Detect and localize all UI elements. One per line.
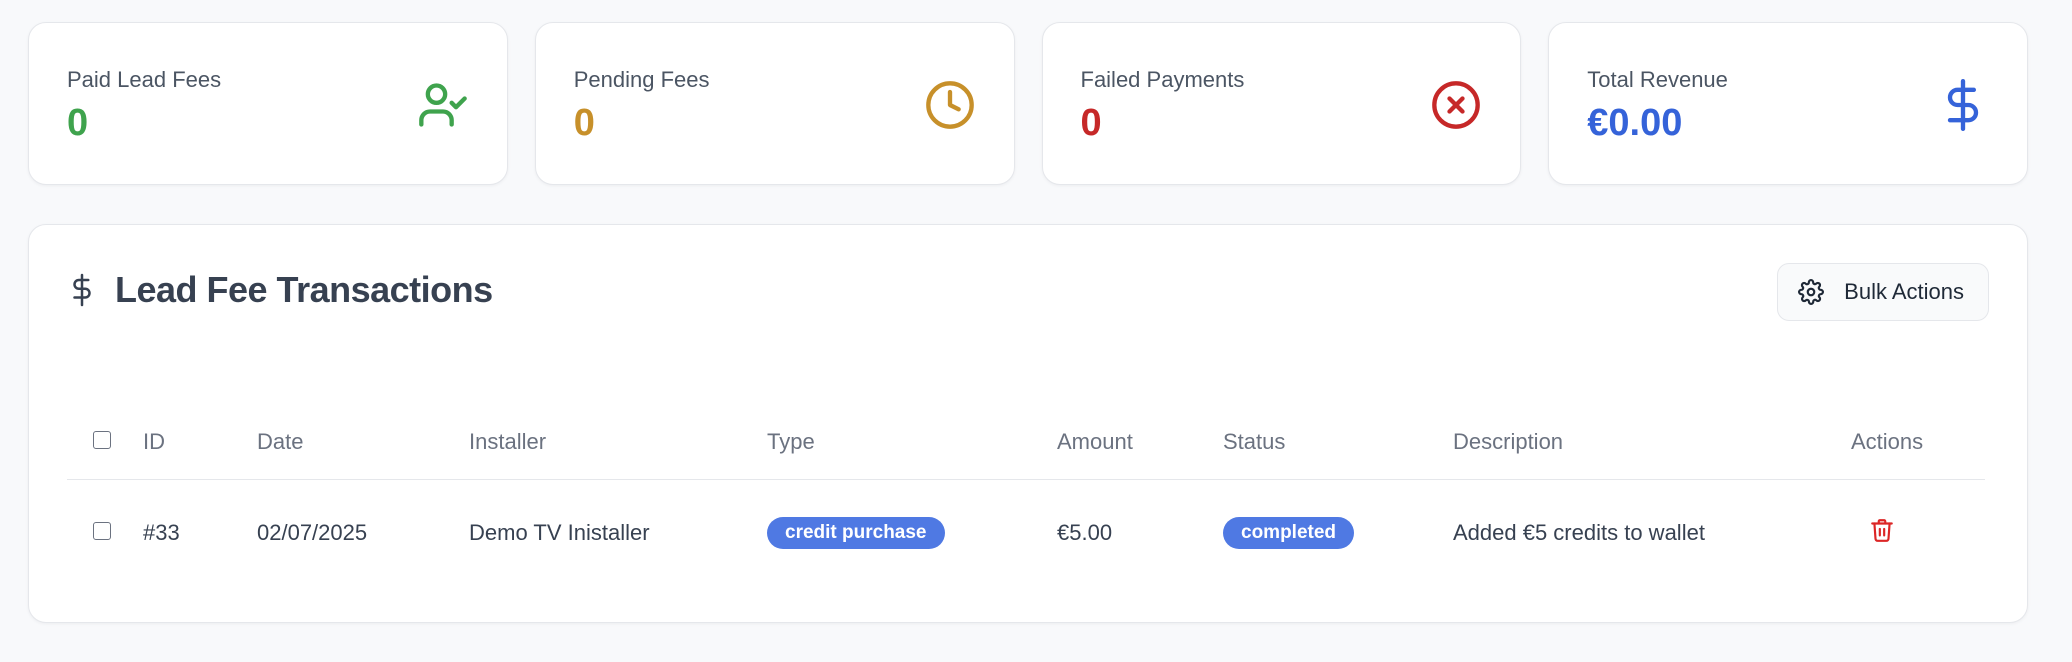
row-checkbox[interactable] xyxy=(93,522,111,541)
column-header-installer: Installer xyxy=(469,405,767,480)
trash-icon[interactable] xyxy=(1869,517,1895,543)
stat-value: €0.00 xyxy=(1587,102,1683,144)
column-header-type: Type xyxy=(767,405,1057,480)
row-select-cell xyxy=(67,479,143,587)
cell-date: 02/07/2025 xyxy=(257,520,368,546)
stat-card-paid-lead-fees: Paid Lead Fees 0 xyxy=(28,22,508,185)
stat-card-total-revenue: Total Revenue €0.00 xyxy=(1548,22,2028,185)
stat-card-pending-fees: Pending Fees 0 xyxy=(534,22,1015,185)
transactions-table: ID Date Installer Type Amount Status Des… xyxy=(67,405,1985,587)
table-row: #33 02/07/2025 Demo TV Inistaller credit… xyxy=(67,479,1985,587)
stat-card-failed-payments: Failed Payments 0 xyxy=(1041,22,1522,185)
cell-id: #33 xyxy=(143,520,180,546)
gear-icon xyxy=(1798,279,1825,305)
column-header-id: ID xyxy=(143,405,257,480)
stats-row: Paid Lead Fees 0 Pending Fees 0 Failed P… xyxy=(28,22,2028,185)
cell-description: Added €5 credits to wallet xyxy=(1453,520,1705,546)
panel-title: Lead Fee Transactions xyxy=(115,269,493,310)
status-badge: completed xyxy=(1223,517,1355,550)
cell-installer: Demo TV Inistaller xyxy=(469,520,650,546)
user-check-icon xyxy=(417,79,469,131)
stat-value: 0 xyxy=(573,102,595,144)
cell-status: completed xyxy=(1223,479,1453,587)
type-badge: credit purchase xyxy=(767,517,945,550)
dollar-icon xyxy=(67,272,97,308)
bulk-actions-label: Bulk Actions xyxy=(1844,279,1964,304)
column-header-status: Status xyxy=(1223,405,1453,480)
stat-value: 0 xyxy=(1080,102,1102,144)
select-all-header xyxy=(67,405,143,480)
column-header-date: Date xyxy=(257,405,469,480)
column-header-actions: Actions xyxy=(1851,405,1985,480)
cell-amount: €5.00 xyxy=(1057,520,1113,546)
transactions-panel: Lead Fee Transactions Bulk Actions ID Da… xyxy=(28,224,2028,623)
dollar-icon xyxy=(1937,79,1989,131)
table-header-row: ID Date Installer Type Amount Status Des… xyxy=(67,405,1985,480)
bulk-actions-button[interactable]: Bulk Actions xyxy=(1777,263,1989,321)
stat-value: 0 xyxy=(67,102,89,144)
stat-label: Pending Fees xyxy=(573,67,710,92)
stat-label: Paid Lead Fees xyxy=(67,67,222,92)
clock-icon xyxy=(924,79,976,131)
stat-label: Failed Payments xyxy=(1080,67,1245,92)
panel-header: Lead Fee Transactions xyxy=(67,269,493,311)
column-header-description: Description xyxy=(1453,405,1851,480)
stat-label: Total Revenue xyxy=(1587,67,1728,92)
column-header-amount: Amount xyxy=(1057,405,1223,480)
x-circle-icon xyxy=(1430,79,1482,131)
select-all-checkbox[interactable] xyxy=(93,430,111,449)
cell-actions xyxy=(1851,479,1985,587)
cell-type: credit purchase xyxy=(767,479,1057,587)
